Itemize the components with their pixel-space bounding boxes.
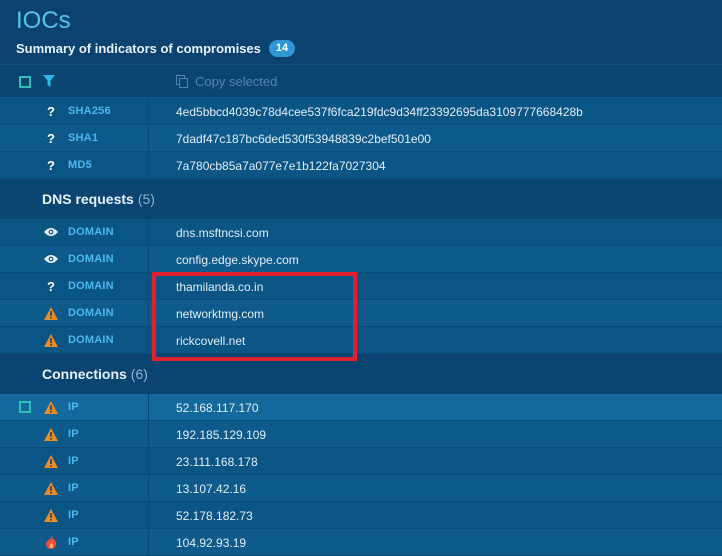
ioc-value[interactable]: thamilanda.co.in <box>176 280 263 294</box>
column-divider <box>148 394 149 420</box>
table-row[interactable]: DOMAIN dns.msftncsi.com <box>0 219 722 246</box>
copy-icon <box>176 75 188 88</box>
column-divider <box>148 219 149 245</box>
table-row[interactable]: ? MD5 7a780cb85a7a077e7e1b122fa7027304 <box>0 152 722 179</box>
connections-section-count: (6) <box>130 366 148 382</box>
column-divider <box>148 98 149 124</box>
eye-icon <box>44 252 58 266</box>
ioc-type: SHA1 <box>68 132 99 144</box>
column-divider <box>148 246 149 272</box>
toolbar: Copy selected <box>0 64 722 98</box>
dns-section-count: (5) <box>137 191 155 207</box>
ioc-type: DOMAIN <box>68 253 114 265</box>
ioc-type: DOMAIN <box>68 307 114 319</box>
column-divider <box>148 327 149 353</box>
table-row[interactable]: ? SHA256 4ed5bbcd4039c78d4cee537f6fca219fd… <box>0 98 722 125</box>
table-row[interactable]: IP 52.178.182.73 <box>0 502 722 529</box>
ioc-value[interactable]: 23.111.168.178 <box>176 455 258 469</box>
column-divider <box>148 300 149 326</box>
warning-icon <box>44 427 58 441</box>
table-row[interactable]: DOMAIN config.edge.skype.com <box>0 246 722 273</box>
ioc-value[interactable]: 13.107.42.16 <box>176 482 246 496</box>
table-row[interactable]: IP 23.111.168.178 <box>0 448 722 475</box>
ioc-type: IP <box>68 509 79 521</box>
column-divider <box>148 273 149 299</box>
column-divider <box>148 448 149 474</box>
table-row[interactable]: IP 13.107.42.16 <box>0 475 722 502</box>
ioc-value[interactable]: config.edge.skype.com <box>176 253 299 267</box>
warning-icon <box>44 481 58 495</box>
ioc-value[interactable]: 104.92.93.19 <box>176 536 246 550</box>
header: IOCs Summary of indicators of compromise… <box>0 0 722 64</box>
ioc-type: IP <box>68 455 79 467</box>
page-title: IOCs <box>16 7 71 34</box>
warning-icon <box>44 306 58 320</box>
ioc-value[interactable]: 52.178.182.73 <box>176 509 253 523</box>
ioc-type: IP <box>68 428 79 440</box>
ioc-type: IP <box>68 482 79 494</box>
copy-selected-button[interactable]: Copy selected <box>176 74 277 89</box>
column-divider <box>148 475 149 501</box>
dns-section-label: DNS requests <box>42 191 134 207</box>
ioc-type: DOMAIN <box>68 280 114 292</box>
connections-section-header[interactable]: Connections (6) <box>0 354 722 394</box>
ioc-value[interactable]: 4ed5bbcd4039c78d4cee537f6fca219fdc9d34ff… <box>176 105 583 119</box>
ioc-value[interactable]: 7a780cb85a7a077e7e1b122fa7027304 <box>176 159 386 173</box>
copy-selected-label: Copy selected <box>195 74 278 89</box>
ioc-value[interactable]: 7dadf47c187bc6ded530f53948839c2bef501e00 <box>176 132 431 146</box>
table-row[interactable]: ? SHA1 7dadf47c187bc6ded530f53948839c2bef5… <box>0 125 722 152</box>
select-all-checkbox[interactable] <box>19 76 31 88</box>
table-row[interactable]: IP 104.92.93.19 <box>0 529 722 556</box>
table-row[interactable]: ? DOMAIN thamilanda.co.in <box>0 273 722 300</box>
ioc-type: MD5 <box>68 159 92 171</box>
subtitle-text: Summary of indicators of compromises <box>16 41 261 56</box>
fire-icon <box>44 535 58 549</box>
ioc-type: DOMAIN <box>68 334 114 346</box>
ioc-type: SHA256 <box>68 105 111 117</box>
column-divider <box>148 502 149 528</box>
column-divider <box>148 529 149 555</box>
table-row[interactable]: IP 52.168.117.170 <box>0 394 722 421</box>
ioc-value[interactable]: dns.msftncsi.com <box>176 226 269 240</box>
question-icon: ? <box>47 103 55 119</box>
dns-section-header[interactable]: DNS requests (5) <box>0 179 722 219</box>
warning-icon <box>44 508 58 522</box>
question-icon: ? <box>47 157 55 173</box>
ioc-value[interactable]: 52.168.117.170 <box>176 401 259 415</box>
column-divider <box>148 421 149 447</box>
dns-list: DOMAIN dns.msftncsi.com DOMAIN config.edge.… <box>0 219 722 354</box>
column-divider <box>148 125 149 151</box>
ioc-count-badge: 14 <box>268 40 296 57</box>
warning-icon <box>44 400 58 414</box>
eye-icon <box>44 225 58 239</box>
warning-icon <box>44 333 58 347</box>
column-divider <box>148 152 149 178</box>
ioc-value[interactable]: 192.185.129.109 <box>176 428 266 442</box>
ioc-type: DOMAIN <box>68 226 114 238</box>
question-icon: ? <box>47 130 55 146</box>
table-row[interactable]: IP 192.185.129.109 <box>0 421 722 448</box>
page-subtitle: Summary of indicators of compromises 14 <box>16 40 706 57</box>
ioc-value[interactable]: networktmg.com <box>176 307 264 321</box>
row-checkbox[interactable] <box>19 401 31 413</box>
connections-section-label: Connections <box>42 366 127 382</box>
ioc-type: IP <box>68 536 79 548</box>
table-row[interactable]: DOMAIN networktmg.com <box>0 300 722 327</box>
ioc-type: IP <box>68 401 79 413</box>
table-row[interactable]: DOMAIN rickcovell.net <box>0 327 722 354</box>
connections-list: IP 52.168.117.170 IP 192.185.129.109 IP 23.11… <box>0 394 722 556</box>
ioc-value[interactable]: rickcovell.net <box>176 334 245 348</box>
warning-icon <box>44 454 58 468</box>
filter-icon[interactable] <box>43 75 55 88</box>
question-icon: ? <box>47 278 55 294</box>
hash-list: ? SHA256 4ed5bbcd4039c78d4cee537f6fca219fd… <box>0 98 722 179</box>
